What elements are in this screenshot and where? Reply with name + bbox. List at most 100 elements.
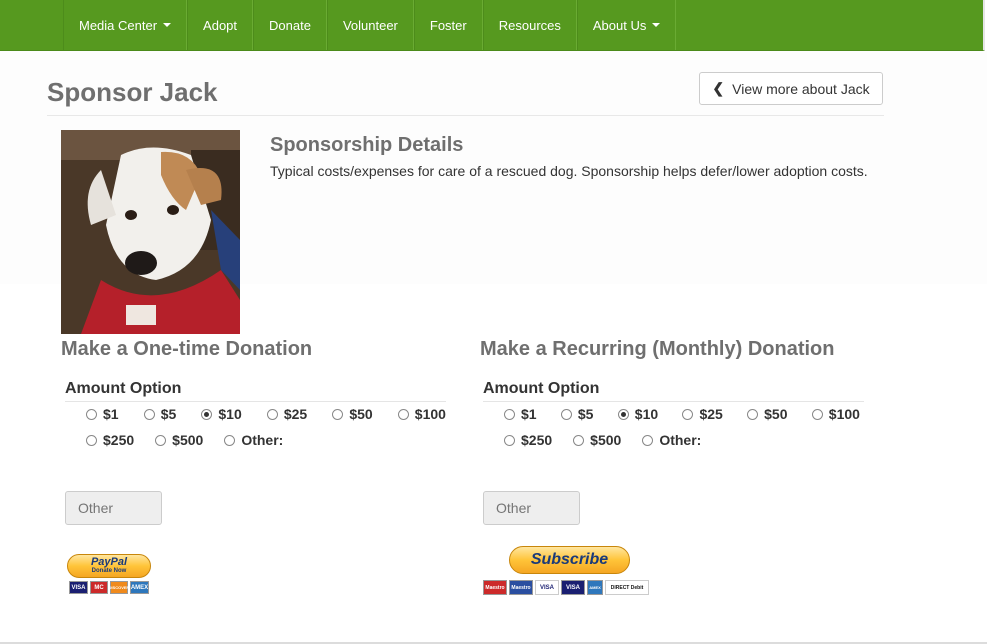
radio-button[interactable]: [224, 434, 236, 446]
option-label: $50: [349, 406, 373, 422]
title-divider: [47, 115, 884, 116]
dog-photo: [61, 130, 240, 334]
one-time-other-amount-input[interactable]: [65, 491, 162, 525]
direct-debit-icon: DIRECT Debit: [605, 580, 649, 595]
nav-item-media-center[interactable]: Media Center: [63, 0, 188, 50]
recurring-option-1[interactable]: $1: [504, 406, 537, 422]
radio-button[interactable]: [573, 434, 585, 446]
radio-button[interactable]: [504, 408, 515, 420]
radio-button[interactable]: [86, 434, 97, 446]
nav-item-label: Media Center: [79, 17, 158, 33]
option-label: Other:: [241, 432, 284, 448]
option-label: $25: [699, 406, 723, 422]
option-label: $10: [634, 406, 659, 422]
one-time-option-25[interactable]: $25: [266, 406, 308, 422]
paypal-logo-text: PayPal: [90, 556, 128, 568]
nav-item-label: Adopt: [203, 17, 238, 33]
recurring-card-logos: Maestro Maestro VISA VISA AMEX DIRECT De…: [483, 580, 649, 595]
visa-card-icon: VISA: [535, 580, 559, 595]
nav-item-label: Volunteer: [342, 17, 398, 33]
radio-button[interactable]: [560, 408, 572, 420]
recurring-option-500[interactable]: $500: [573, 432, 621, 448]
one-time-option-500[interactable]: $500: [155, 432, 203, 448]
radio-button[interactable]: [86, 408, 97, 420]
one-time-option-250[interactable]: $250: [86, 432, 134, 448]
radio-button-selected[interactable]: [201, 408, 213, 420]
nav-item-volunteer[interactable]: Volunteer: [326, 0, 414, 50]
nav-item-about-us[interactable]: About Us: [576, 0, 677, 50]
page-title: Sponsor Jack: [47, 77, 218, 107]
visa-electron-card-icon: VISA: [561, 580, 585, 595]
recurring-option-50[interactable]: $50: [747, 406, 787, 422]
caret-down-icon: [163, 23, 172, 27]
sponsorship-details-heading: Sponsorship Details: [270, 134, 464, 156]
paypal-pill: PayPal Donate Now: [67, 554, 151, 578]
option-label: $5: [160, 406, 177, 422]
visa-card-icon: VISA: [69, 581, 88, 594]
nav-item-adopt[interactable]: Adopt: [187, 0, 254, 50]
radio-button[interactable]: [747, 408, 759, 420]
radio-button[interactable]: [504, 434, 515, 446]
radio-button-selected[interactable]: [617, 408, 629, 420]
recurring-option-100[interactable]: $100: [811, 406, 860, 422]
caret-down-icon: [652, 23, 661, 27]
top-navbar: Media Center Adopt Donate Volunteer Fost…: [0, 0, 985, 51]
amex-card-icon: AMEX: [587, 580, 603, 595]
one-time-amount-divider: [65, 401, 446, 402]
option-label: $5: [577, 406, 594, 422]
nav-item-resources[interactable]: Resources: [482, 0, 577, 50]
recurring-other-amount-input[interactable]: [483, 491, 580, 525]
one-time-option-100[interactable]: $100: [397, 406, 446, 422]
one-time-options-row-2: $250 $500 Other:: [86, 432, 283, 448]
mastercard-icon: MC: [90, 581, 108, 594]
recurring-amount-divider: [483, 401, 864, 402]
recurring-option-250[interactable]: $250: [504, 432, 552, 448]
radio-button[interactable]: [332, 408, 344, 420]
radio-button[interactable]: [155, 434, 167, 446]
one-time-option-10[interactable]: $10: [201, 406, 242, 422]
option-label: $100: [414, 406, 446, 422]
subscribe-pill: Subscribe: [509, 546, 630, 574]
one-time-option-5[interactable]: $5: [143, 406, 177, 422]
option-label: $250: [103, 432, 135, 448]
radio-button[interactable]: [397, 408, 409, 420]
amex-card-icon: AMEX: [130, 581, 149, 594]
recurring-option-5[interactable]: $5: [560, 406, 594, 422]
option-label: $25: [283, 406, 308, 422]
nav-item-donate[interactable]: Donate: [253, 0, 327, 50]
option-label: $1: [521, 406, 537, 422]
one-time-amount-label: Amount Option: [65, 380, 182, 397]
one-time-option-1[interactable]: $1: [86, 406, 119, 422]
paypal-donate-button[interactable]: PayPal Donate Now: [67, 554, 151, 578]
recurring-options-row-1: $1 $5 $10 $25 $50 $100: [504, 406, 860, 422]
radio-button[interactable]: [266, 408, 278, 420]
radio-button[interactable]: [642, 434, 654, 446]
discover-card-icon: DISCOVER: [109, 581, 129, 594]
chevron-left-icon: ❮: [712, 80, 725, 96]
subscribe-text: Subscribe: [530, 551, 609, 568]
one-time-option-other[interactable]: Other:: [224, 432, 283, 448]
dog-illustration: [61, 130, 240, 334]
recurring-donation-heading: Make a Recurring (Monthly) Donation: [480, 338, 835, 360]
one-time-donation-heading: Make a One-time Donation: [61, 338, 313, 360]
recurring-amount-label: Amount Option: [483, 380, 600, 397]
view-more-label: View more about Jack: [732, 80, 870, 97]
nav-menu: Media Center Adopt Donate Volunteer Fost…: [63, 0, 677, 50]
sponsorship-description: Typical costs/expenses for care of a res…: [270, 163, 868, 179]
radio-button[interactable]: [143, 408, 155, 420]
maestro-card-icon: Maestro: [483, 580, 507, 595]
recurring-option-10[interactable]: $10: [617, 406, 659, 422]
option-label: $1: [103, 406, 119, 422]
option-label: $250: [521, 432, 553, 448]
recurring-options-row-2: $250 $500 Other:: [504, 432, 701, 448]
option-label: $500: [590, 432, 622, 448]
one-time-option-50[interactable]: $50: [332, 406, 373, 422]
paypal-subscribe-button[interactable]: Subscribe: [509, 546, 630, 574]
radio-button[interactable]: [682, 408, 694, 420]
recurring-option-25[interactable]: $25: [682, 406, 723, 422]
option-label: $10: [218, 406, 242, 422]
radio-button[interactable]: [811, 408, 823, 420]
view-more-button[interactable]: ❮ View more about Jack: [699, 72, 883, 105]
recurring-option-other[interactable]: Other:: [642, 432, 701, 448]
nav-item-foster[interactable]: Foster: [413, 0, 483, 50]
